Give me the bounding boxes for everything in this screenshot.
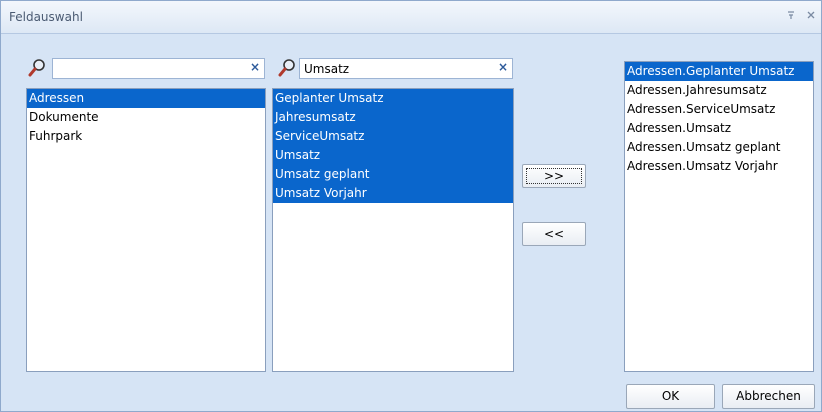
remove-button[interactable]: << [522,222,586,246]
search-icon [27,58,47,78]
add-button-label: >> [543,169,565,183]
left-clear-icon[interactable]: × [250,60,260,74]
cancel-button-label: Abbrechen [736,389,801,403]
list-item[interactable]: Adressen.Umsatz [625,119,813,138]
pin-icon[interactable] [783,8,799,24]
list-item[interactable]: Umsatz Vorjahr [273,184,513,203]
list-item[interactable]: Adressen.Jahresumsatz [625,81,813,100]
remove-button-label: << [543,227,565,241]
middle-search-field[interactable]: × [299,58,513,79]
title-bar: Feldauswahl [1,1,821,34]
list-item[interactable]: Adressen.Geplanter Umsatz [625,62,813,81]
list-item[interactable]: Dokumente [27,108,265,127]
left-search-input[interactable] [55,60,244,77]
middle-clear-icon[interactable]: × [498,60,508,74]
middle-search-input[interactable] [302,60,492,77]
list-item[interactable]: Adressen.Umsatz geplant [625,138,813,157]
list-item[interactable]: Umsatz geplant [273,165,513,184]
list-item[interactable]: Jahresumsatz [273,108,513,127]
list-item[interactable]: Adressen.Umsatz Vorjahr [625,157,813,176]
search-icon [277,58,297,78]
list-item[interactable]: Adressen.ServiceUmsatz [625,100,813,119]
list-item[interactable]: Geplanter Umsatz [273,89,513,108]
left-search-field[interactable]: × [52,58,265,79]
list-item[interactable]: Fuhrpark [27,127,265,146]
middle-listbox[interactable]: Geplanter Umsatz Jahresumsatz ServiceUms… [272,88,514,372]
left-listbox[interactable]: Adressen Dokumente Fuhrpark [26,88,266,372]
add-button[interactable]: >> [522,164,586,188]
close-icon[interactable] [803,8,819,24]
dialog-title: Feldauswahl [9,10,83,24]
ok-button[interactable]: OK [626,384,715,409]
list-item[interactable]: ServiceUmsatz [273,127,513,146]
list-item[interactable]: Umsatz [273,146,513,165]
right-listbox[interactable]: Adressen.Geplanter Umsatz Adressen.Jahre… [624,61,814,372]
list-item[interactable]: Adressen [27,89,265,108]
cancel-button[interactable]: Abbrechen [722,384,815,409]
ok-button-label: OK [661,389,680,403]
feldauswahl-dialog: Feldauswahl × × Adressen Dokumente Fuhrp… [0,0,822,412]
